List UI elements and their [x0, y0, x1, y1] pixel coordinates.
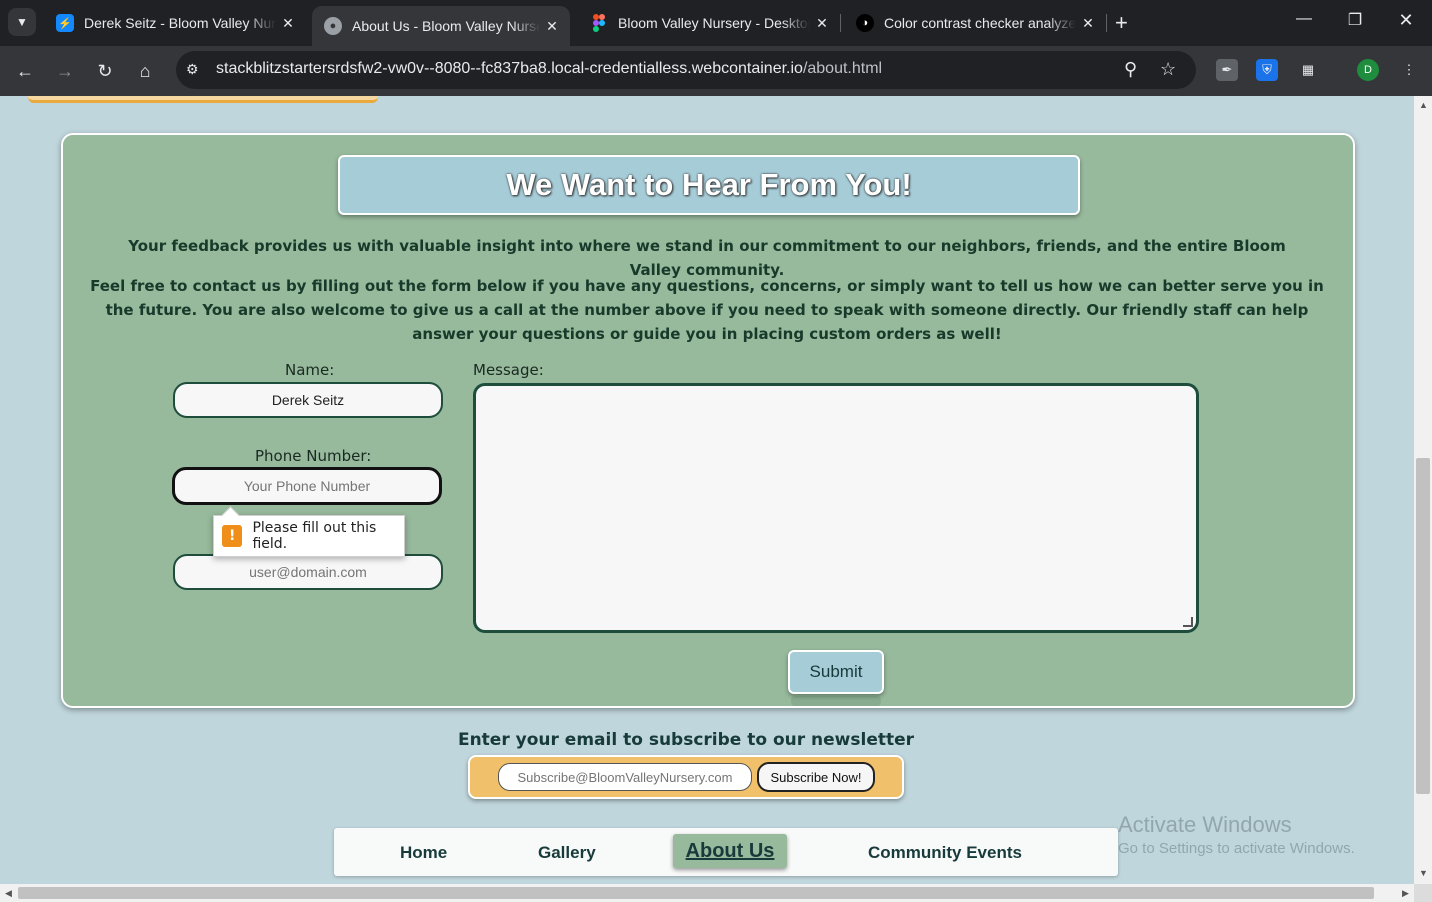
tab-about-us[interactable]: ● About Us - Bloom Valley Nursery ✕	[312, 6, 570, 46]
phone-label: Phone Number:	[255, 447, 372, 465]
phone-input[interactable]: Your Phone Number	[172, 467, 442, 505]
footer-nav: Home Gallery About Us Community Events	[334, 828, 1118, 876]
newsletter-form: Subscribe@BloomValleyNursery.com Subscri…	[468, 755, 904, 799]
close-tab-icon[interactable]: ✕	[540, 18, 564, 35]
horizontal-scrollbar[interactable]: ◀ ▶	[0, 884, 1414, 902]
nav-gallery[interactable]: Gallery	[538, 843, 596, 863]
reload-icon[interactable]: ↻	[92, 58, 118, 84]
browser-toolbar: ← → ↻ ⌂ ⚙ stackblitzstartersrdsfw2-vw0v-…	[0, 46, 1432, 96]
submit-button[interactable]: Submit	[788, 650, 884, 694]
nav-community-events[interactable]: Community Events	[868, 843, 1022, 863]
contact-heading: We Want to Hear From You!	[506, 167, 912, 202]
resize-grip-icon[interactable]	[1183, 617, 1193, 627]
tooltip-arrow	[221, 506, 240, 525]
nav-home[interactable]: Home	[400, 843, 447, 863]
back-icon[interactable]: ←	[12, 58, 38, 84]
tab-derek-seitz[interactable]: ⚡ Derek Seitz - Bloom Valley Nursery ✕	[44, 6, 306, 40]
warning-icon: !	[222, 525, 243, 547]
scroll-right-icon[interactable]: ▶	[1402, 888, 1409, 899]
validation-tooltip: ! Please fill out this field.	[213, 506, 405, 557]
message-label: Message:	[473, 361, 544, 379]
vertical-scrollbar[interactable]: ▲ ▼	[1414, 96, 1432, 884]
contact-details: Feel free to contact us by filling out t…	[90, 277, 1324, 343]
name-input[interactable]: Derek Seitz	[173, 382, 443, 418]
forward-icon[interactable]: →	[52, 58, 78, 84]
restore-icon[interactable]: ❐	[1335, 10, 1375, 30]
tab-title: Derek Seitz - Bloom Valley Nursery	[84, 15, 276, 31]
bolt-icon: ⚡	[56, 14, 74, 32]
menu-dots-icon[interactable]: ⋮	[1398, 59, 1420, 81]
message-textarea[interactable]	[473, 383, 1199, 633]
figma-icon	[590, 14, 608, 32]
profile-avatar[interactable]: D	[1357, 59, 1379, 81]
close-window-icon[interactable]: ✕	[1386, 10, 1426, 31]
chevron-down-icon: ▼	[16, 15, 28, 29]
close-tab-icon[interactable]: ✕	[276, 15, 300, 32]
close-tab-icon[interactable]: ✕	[1076, 15, 1100, 32]
tab-figma[interactable]: Bloom Valley Nursery - Desktop ✕	[578, 6, 840, 40]
shield-icon[interactable]: ⛨	[1256, 59, 1278, 81]
zoom-icon[interactable]: ⚲	[1124, 59, 1137, 80]
newsletter-title: Enter your email to subscribe to our new…	[457, 730, 915, 750]
name-label: Name:	[285, 361, 335, 379]
subscribe-button[interactable]: Subscribe Now!	[757, 762, 875, 792]
tab-search-button[interactable]: ▼	[8, 8, 36, 36]
nav-about-us[interactable]: About Us	[673, 834, 787, 868]
contrast-icon: ◑	[856, 14, 874, 32]
email-input[interactable]: user@domain.com	[173, 554, 443, 590]
site-settings-icon[interactable]: ⚙	[186, 61, 199, 78]
tab-title: Bloom Valley Nursery - Desktop	[618, 15, 810, 31]
tab-divider	[1106, 14, 1107, 32]
validation-message: Please fill out this field.	[252, 520, 377, 552]
new-tab-icon[interactable]: +	[1115, 10, 1128, 36]
scroll-down-icon[interactable]: ▼	[1419, 868, 1428, 878]
tab-title: Color contrast checker analyzer	[884, 15, 1076, 31]
home-icon[interactable]: ⌂	[132, 58, 158, 84]
tab-strip: ▼ ⚡ Derek Seitz - Bloom Valley Nursery ✕…	[0, 0, 1432, 46]
bookmark-star-icon[interactable]: ☆	[1160, 59, 1176, 80]
scroll-left-icon[interactable]: ◀	[5, 888, 12, 899]
contact-heading-box: We Want to Hear From You!	[338, 155, 1080, 215]
url-path: /about.html	[802, 60, 883, 77]
url-text[interactable]: stackblitzstartersrdsfw2-vw0v--8080--fc8…	[216, 60, 882, 78]
extensions-puzzle-icon[interactable]: ▦	[1297, 59, 1319, 81]
activate-windows-title: Activate Windows	[1118, 812, 1292, 837]
globe-icon: ●	[324, 17, 342, 35]
close-tab-icon[interactable]: ✕	[810, 15, 834, 32]
url-host: stackblitzstartersrdsfw2-vw0v--8080--fc8…	[216, 60, 803, 77]
vertical-scroll-thumb[interactable]	[1416, 458, 1430, 794]
contact-panel: We Want to Hear From You! Your feedback …	[61, 133, 1355, 708]
tab-contrast-checker[interactable]: ◑ Color contrast checker analyzer ✕	[844, 6, 1106, 40]
newsletter-email-input[interactable]: Subscribe@BloomValleyNursery.com	[498, 763, 752, 791]
extension-pen-icon[interactable]: ✒	[1216, 59, 1238, 81]
submit-shadow	[791, 696, 881, 706]
horizontal-scroll-thumb[interactable]	[18, 887, 1374, 899]
scroll-up-icon[interactable]: ▲	[1419, 100, 1428, 110]
tab-title: About Us - Bloom Valley Nursery	[352, 18, 540, 34]
minimize-icon[interactable]: —	[1284, 10, 1324, 28]
previous-section-edge	[28, 96, 378, 103]
scrollbar-corner	[1414, 884, 1432, 902]
activate-windows-subtitle: Go to Settings to activate Windows.	[1118, 840, 1355, 857]
page-content: We Want to Hear From You! Your feedback …	[0, 96, 1414, 884]
tab-divider	[840, 14, 841, 32]
address-bar[interactable]: ⚙ stackblitzstartersrdsfw2-vw0v--8080--f…	[176, 51, 1196, 89]
